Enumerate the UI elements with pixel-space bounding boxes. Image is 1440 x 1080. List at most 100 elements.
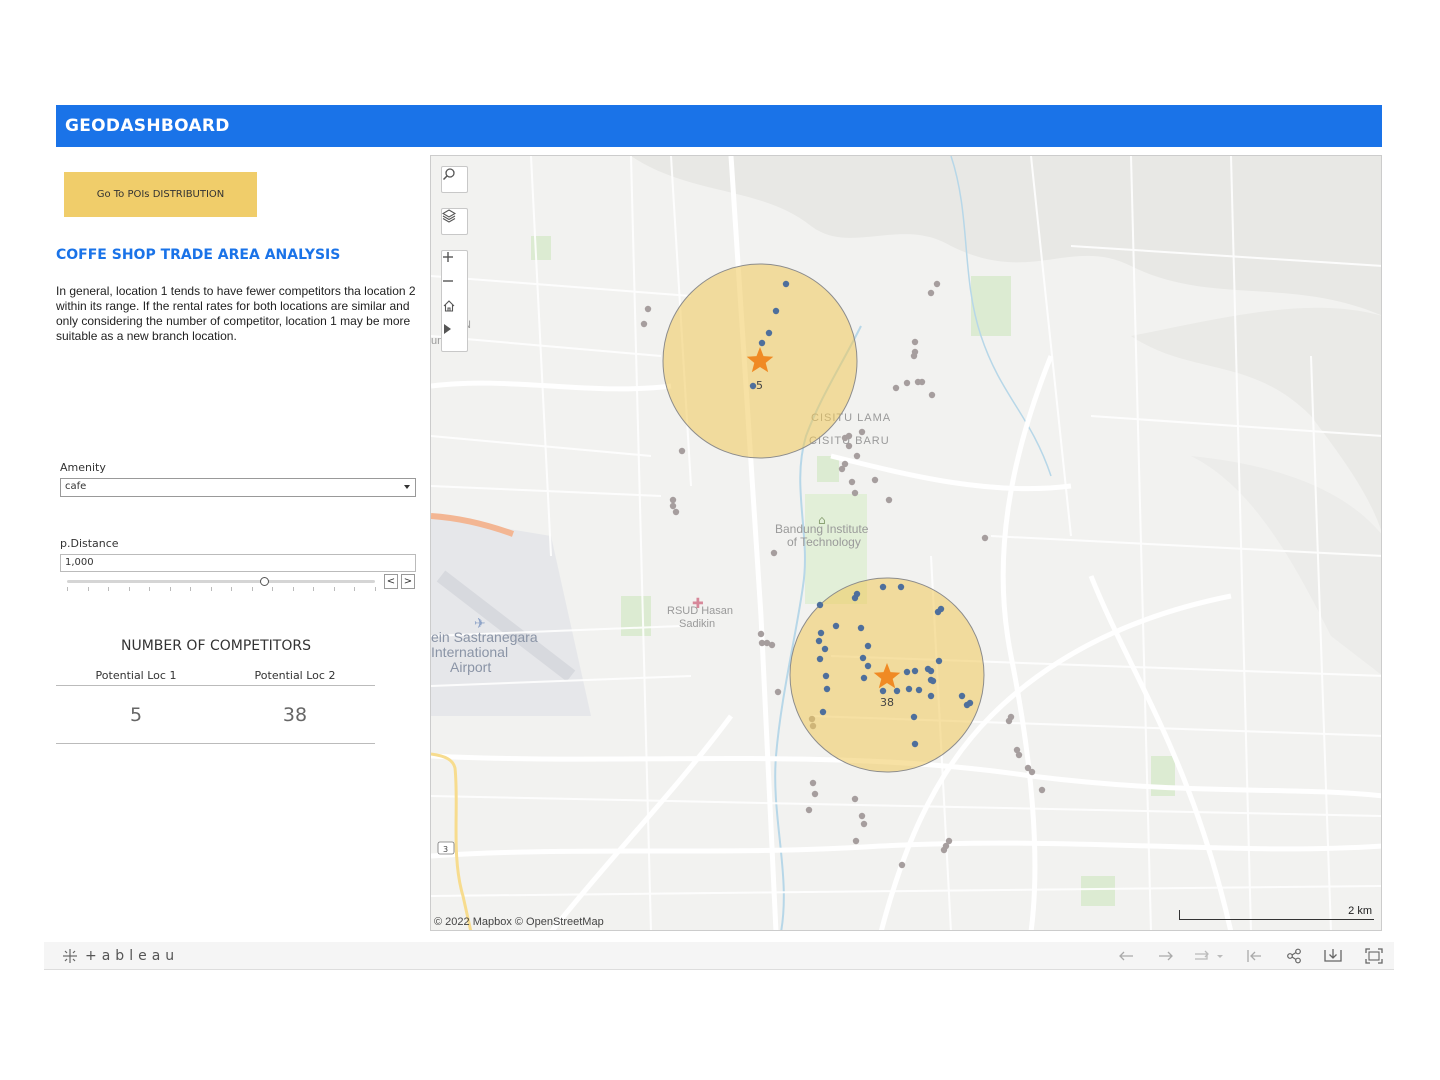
other-poi-marker[interactable] <box>853 452 861 460</box>
other-poi-marker[interactable] <box>860 820 868 828</box>
competitor-marker[interactable] <box>860 674 868 682</box>
other-poi-marker[interactable] <box>927 289 935 297</box>
competitor-marker[interactable] <box>822 672 830 680</box>
competitor-marker[interactable] <box>816 601 824 609</box>
competitor-marker[interactable] <box>927 692 935 700</box>
other-poi-marker[interactable] <box>892 384 900 392</box>
go-to-pois-button[interactable]: Go To POIs DISTRIBUTION <box>64 172 257 217</box>
undo-button[interactable] <box>1115 946 1137 966</box>
competitor-marker[interactable] <box>903 668 911 676</box>
map-pan-button[interactable] <box>442 323 467 347</box>
other-poi-marker[interactable] <box>669 502 677 510</box>
competitor-marker[interactable] <box>772 307 780 315</box>
other-poi-marker[interactable] <box>981 534 989 542</box>
competitor-marker[interactable] <box>815 637 823 645</box>
other-poi-marker[interactable] <box>910 352 918 360</box>
competitor-marker[interactable] <box>782 280 790 288</box>
other-poi-marker[interactable] <box>838 465 846 473</box>
competitor-marker[interactable] <box>859 654 867 662</box>
map-home-button[interactable] <box>442 299 467 323</box>
other-poi-marker[interactable] <box>644 305 652 313</box>
competitor-marker[interactable] <box>817 629 825 637</box>
other-poi-marker[interactable] <box>933 280 941 288</box>
competitor-marker[interactable] <box>958 692 966 700</box>
other-poi-marker[interactable] <box>911 338 919 346</box>
competitor-marker[interactable] <box>911 667 919 675</box>
other-poi-marker[interactable] <box>858 812 866 820</box>
competitor-marker[interactable] <box>819 708 827 716</box>
other-poi-marker[interactable] <box>841 434 849 442</box>
competitor-marker[interactable] <box>864 662 872 670</box>
distance-prev-button[interactable]: < <box>384 574 398 589</box>
other-poi-marker[interactable] <box>1015 751 1023 759</box>
competitor-marker[interactable] <box>816 655 824 663</box>
other-poi-marker[interactable] <box>898 861 906 869</box>
competitor-marker[interactable] <box>897 583 905 591</box>
zoom-out-button[interactable] <box>442 275 467 299</box>
competitor-marker[interactable] <box>929 677 937 685</box>
zoom-in-button[interactable] <box>442 251 467 275</box>
competitor-marker[interactable] <box>934 608 942 616</box>
other-poi-marker[interactable] <box>640 320 648 328</box>
fullscreen-button[interactable] <box>1363 946 1385 966</box>
trade-area-map[interactable]: ✈ ✚ ⌂ CISITU LAMA CISITU BARU Bandung In… <box>430 155 1382 931</box>
competitor-marker[interactable] <box>823 685 831 693</box>
competitor-marker[interactable] <box>821 645 829 653</box>
competitor-marker[interactable] <box>905 685 913 693</box>
competitor-marker[interactable] <box>864 642 872 650</box>
map-layers-button[interactable] <box>441 208 468 235</box>
other-poi-marker[interactable] <box>918 378 926 386</box>
competitor-marker[interactable] <box>851 594 859 602</box>
other-poi-marker[interactable] <box>669 496 677 504</box>
download-button[interactable] <box>1322 946 1344 966</box>
distance-input[interactable]: 1,000 <box>60 554 416 572</box>
competitor-marker[interactable] <box>915 686 923 694</box>
other-poi-marker[interactable] <box>1028 768 1036 776</box>
other-poi-marker[interactable] <box>903 379 911 387</box>
competitor-marker[interactable] <box>857 624 865 632</box>
competitor-marker[interactable] <box>879 583 887 591</box>
competitor-marker[interactable] <box>832 622 840 630</box>
other-poi-marker[interactable] <box>1038 786 1046 794</box>
redo-button[interactable] <box>1155 946 1177 966</box>
other-poi-marker[interactable] <box>852 837 860 845</box>
distance-next-button[interactable]: > <box>401 574 415 589</box>
other-poi-marker[interactable] <box>774 688 782 696</box>
other-poi-marker[interactable] <box>805 806 813 814</box>
competitor-marker[interactable] <box>910 713 918 721</box>
other-poi-marker[interactable] <box>672 508 680 516</box>
other-poi-marker[interactable] <box>945 837 953 845</box>
other-poi-marker[interactable] <box>811 790 819 798</box>
distance-slider-track[interactable] <box>67 580 375 583</box>
other-poi-marker[interactable] <box>845 442 853 450</box>
other-poi-marker[interactable] <box>1005 717 1013 725</box>
competitor-marker[interactable] <box>893 687 901 695</box>
revert-button[interactable] <box>1243 946 1265 966</box>
other-poi-marker[interactable] <box>809 779 817 787</box>
competitor-marker[interactable] <box>963 701 971 709</box>
competitor-marker[interactable] <box>911 740 919 748</box>
other-poi-marker[interactable] <box>757 630 765 638</box>
competitor-marker[interactable] <box>765 329 773 337</box>
other-poi-marker[interactable] <box>858 428 866 436</box>
other-poi-marker[interactable] <box>768 641 776 649</box>
tableau-logo[interactable]: +ableau <box>61 947 179 965</box>
competitor-marker[interactable] <box>879 687 887 695</box>
competitor-marker[interactable] <box>927 667 935 675</box>
share-button[interactable] <box>1283 946 1305 966</box>
map-attribution[interactable]: © 2022 Mapbox © OpenStreetMap <box>434 916 604 928</box>
other-poi-marker[interactable] <box>770 549 778 557</box>
other-poi-marker[interactable] <box>851 489 859 497</box>
competitor-marker[interactable] <box>758 339 766 347</box>
other-poi-marker[interactable] <box>885 496 893 504</box>
competitor-marker[interactable] <box>935 657 943 665</box>
other-poi-marker[interactable] <box>851 795 859 803</box>
amenity-select[interactable]: cafe <box>60 478 416 497</box>
replay-button[interactable] <box>1191 946 1227 966</box>
other-poi-marker[interactable] <box>678 447 686 455</box>
other-poi-marker[interactable] <box>928 391 936 399</box>
other-poi-marker[interactable] <box>848 478 856 486</box>
other-poi-marker[interactable] <box>871 476 879 484</box>
distance-slider-handle[interactable] <box>260 577 270 586</box>
map-search-button[interactable] <box>441 166 468 193</box>
